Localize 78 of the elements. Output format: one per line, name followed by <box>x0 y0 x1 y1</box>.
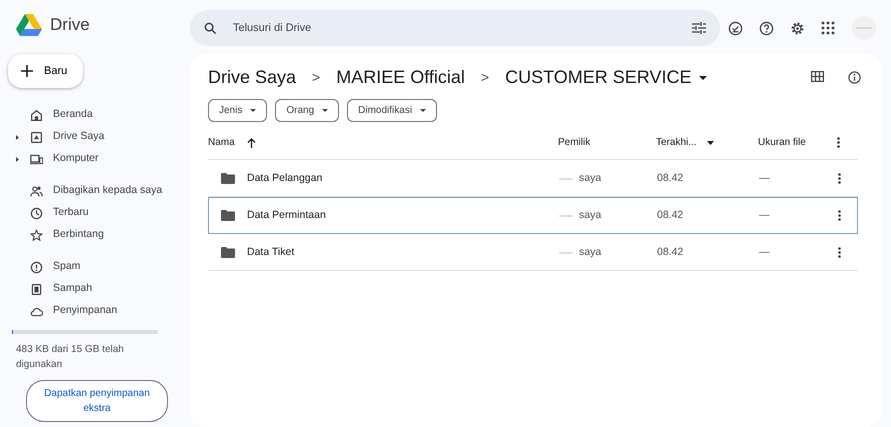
alert-icon <box>30 260 43 274</box>
sort-arrow-icon[interactable] <box>246 138 256 148</box>
owner-name: saya <box>579 170 602 186</box>
search-bar[interactable]: Telusuri di Drive <box>190 10 720 46</box>
sidebar-item[interactable]: Berbintang <box>8 224 188 246</box>
apps-grid-icon[interactable] <box>821 21 835 35</box>
owner-name: saya <box>579 208 602 223</box>
search-input[interactable]: Telusuri di Drive <box>231 18 678 38</box>
owner-avatar <box>559 214 573 218</box>
file-name: Data Permintaan <box>247 208 326 223</box>
search-icon <box>204 22 217 34</box>
sidebar-item[interactable]: Drive Saya <box>8 126 188 148</box>
settings-icon[interactable] <box>790 20 805 36</box>
folder-icon <box>221 247 235 258</box>
filter-chip[interactable]: Jenis <box>208 99 268 122</box>
more-options-icon[interactable] <box>836 137 840 148</box>
sidebar-item[interactable]: Spam <box>8 256 188 278</box>
breadcrumb-link[interactable]: CUSTOMER SERVICE <box>505 64 708 91</box>
modified-time: 08.42 <box>657 244 684 260</box>
breadcrumb-link[interactable]: Drive Saya <box>208 64 296 91</box>
drive-logo-icon <box>16 14 42 36</box>
check-circle-icon[interactable] <box>728 20 743 36</box>
sidebar-item[interactable]: Sampah <box>8 278 188 300</box>
trash-icon <box>30 282 43 296</box>
dropdown-caret-icon <box>250 109 256 112</box>
dropdown-caret-icon[interactable] <box>706 140 714 144</box>
sidebar-item[interactable]: Penyimpanan <box>8 300 188 322</box>
app-name: Drive <box>50 14 90 36</box>
file-row[interactable]: Data Permintaan saya 08.42 — <box>208 197 858 234</box>
folder-icon <box>221 173 235 184</box>
dropdown-caret-icon <box>322 109 328 112</box>
filter-chip[interactable]: Dimodifikasi <box>347 99 438 122</box>
grid-view-icon[interactable] <box>811 71 824 82</box>
computer-icon <box>30 152 43 166</box>
info-icon[interactable] <box>848 71 861 84</box>
people-icon <box>30 184 43 198</box>
file-row[interactable]: Data Tiket saya 08.42 — <box>208 234 858 271</box>
more-options-icon[interactable] <box>838 247 840 258</box>
new-button[interactable]: Baru <box>8 54 84 88</box>
filter-chip[interactable]: Orang <box>275 99 340 122</box>
storage-usage-text: 483 KB dari 15 GB telah digunakan <box>15 343 125 372</box>
get-storage-button[interactable]: Dapatkan penyimpanan ekstra <box>26 380 168 422</box>
dropdown-caret-icon <box>699 76 708 80</box>
dropdown-caret-icon <box>420 109 426 112</box>
file-size: — <box>759 209 770 222</box>
more-options-icon[interactable] <box>838 173 840 184</box>
more-options-icon[interactable] <box>838 210 840 221</box>
owner-avatar <box>559 250 573 254</box>
clock-icon <box>30 206 43 220</box>
column-header[interactable]: Terakhi... <box>656 135 697 150</box>
modified-time: 08.42 <box>657 208 684 223</box>
file-size: — <box>759 246 770 258</box>
file-row[interactable]: Data Pelanggan saya 08.42 — <box>208 160 858 197</box>
folder-icon <box>221 210 235 221</box>
modified-time: 08.42 <box>657 170 684 186</box>
sidebar-item[interactable]: Terbaru <box>8 202 188 224</box>
owner-name: saya <box>579 244 602 260</box>
column-header[interactable]: Pemilik <box>558 135 590 150</box>
plus-icon <box>20 64 34 78</box>
owner-avatar <box>559 176 573 180</box>
column-header[interactable]: Ukuran file <box>758 137 806 148</box>
drive-folder-icon <box>30 130 43 144</box>
file-size: — <box>759 172 770 184</box>
help-icon[interactable] <box>759 20 774 36</box>
filter-options-icon[interactable] <box>692 22 706 34</box>
expand-caret-icon[interactable] <box>16 134 19 140</box>
star-icon <box>30 228 43 242</box>
file-name: Data Tiket <box>247 244 294 260</box>
sidebar-item[interactable]: Komputer <box>8 148 188 170</box>
expand-caret-icon[interactable] <box>16 156 19 162</box>
breadcrumb-separator: > <box>312 68 320 87</box>
sidebar-item[interactable]: Beranda <box>8 104 188 126</box>
breadcrumb-separator: > <box>480 68 490 87</box>
sidebar-item[interactable]: Dibagikan kepada saya <box>8 180 188 202</box>
breadcrumb-link[interactable]: MARIEE Official <box>336 64 465 91</box>
home-icon <box>30 108 43 122</box>
column-header[interactable]: Nama <box>208 135 235 150</box>
file-name: Data Pelanggan <box>247 170 322 186</box>
